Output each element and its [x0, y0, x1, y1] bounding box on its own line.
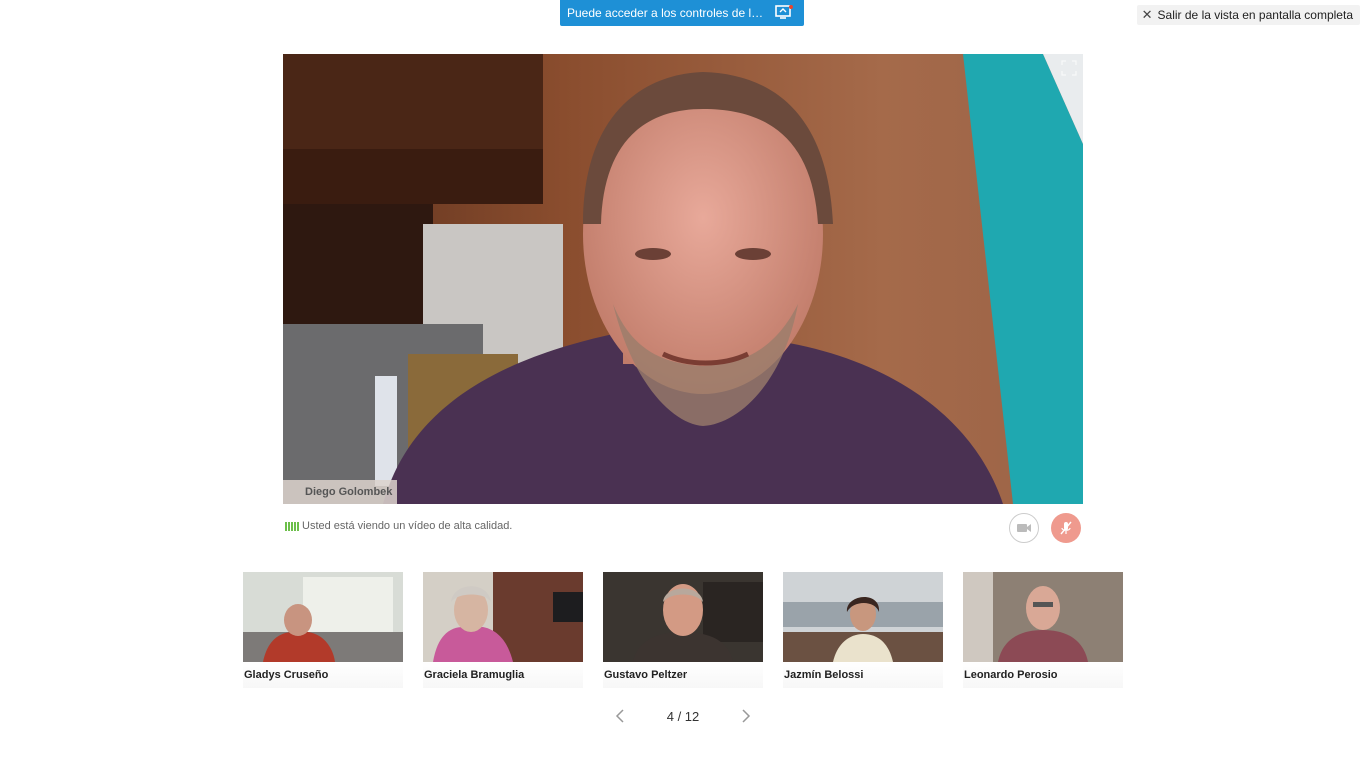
participant-name: Gustavo Peltzer [603, 662, 763, 688]
participant-thumbnail[interactable]: Leonardo Perosio [963, 572, 1123, 688]
chevron-right-icon [742, 709, 751, 723]
main-participant-name: Diego Golombek [283, 480, 398, 504]
screen-share-icon[interactable] [774, 4, 794, 20]
participant-thumbnail[interactable]: Graciela Bramuglia [423, 572, 583, 688]
chevron-left-icon [615, 709, 624, 723]
signal-bars-icon [285, 521, 299, 531]
expand-icon[interactable] [1061, 60, 1077, 76]
participant-name: Jazmín Belossi [783, 662, 943, 688]
close-icon: ✕ [1141, 7, 1153, 22]
participant-name: Leonardo Perosio [963, 662, 1123, 688]
next-page-button[interactable] [736, 706, 756, 726]
participant-video [603, 572, 763, 662]
session-controls-banner[interactable]: Puede acceder a los controles de la ses… [560, 0, 804, 26]
participant-video [243, 572, 403, 662]
quality-text: Usted está viendo un vídeo de alta calid… [302, 520, 513, 532]
mute-toggle-button[interactable] [1051, 513, 1081, 543]
participant-video [783, 572, 943, 662]
exit-fullscreen-button[interactable]: ✕ Salir de la vista en pantalla completa [1136, 5, 1360, 25]
participant-name: Gladys Cruseño [243, 662, 403, 688]
main-video-frame [283, 54, 1083, 504]
video-quality-status: Usted está viendo un vídeo de alta calid… [285, 520, 512, 532]
participant-thumbnail[interactable]: Jazmín Belossi [783, 572, 943, 688]
participant-thumbnail[interactable]: Gustavo Peltzer [603, 572, 763, 688]
camera-toggle-button[interactable] [1009, 513, 1039, 543]
participant-video [963, 572, 1123, 662]
exit-fullscreen-label: Salir de la vista en pantalla completa [1157, 8, 1353, 22]
pagination: 4 / 12 [610, 706, 756, 726]
banner-text: Puede acceder a los controles de la ses… [567, 6, 767, 20]
video-camera-icon [1017, 524, 1031, 532]
page-counter: 4 / 12 [666, 708, 700, 724]
microphone-muted-icon [1060, 521, 1072, 535]
participant-name: Graciela Bramuglia [423, 662, 583, 688]
previous-page-button[interactable] [610, 706, 630, 726]
main-video[interactable]: Diego Golombek [283, 54, 1083, 504]
participant-video [423, 572, 583, 662]
participant-thumbnail[interactable]: Gladys Cruseño [243, 572, 403, 688]
